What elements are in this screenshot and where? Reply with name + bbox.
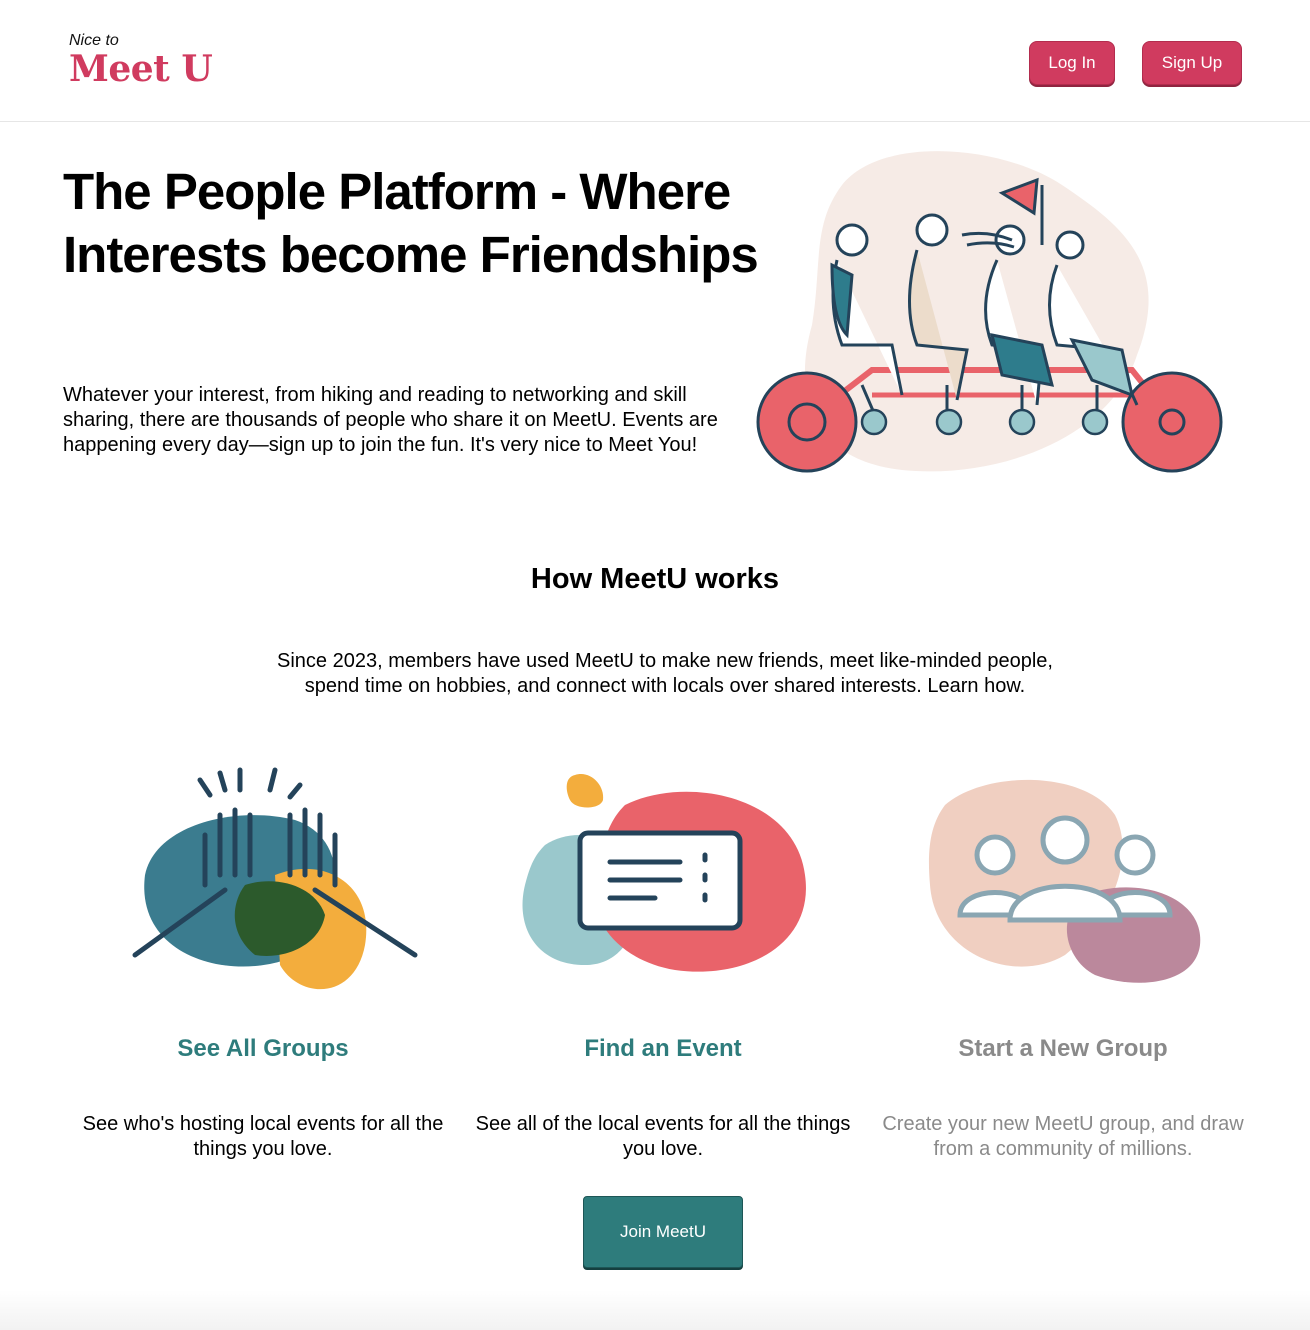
- login-button[interactable]: Log In: [1029, 41, 1115, 85]
- start-new-group-link: Start a New Group: [958, 1035, 1168, 1062]
- logo-wordmark: Meet U: [69, 48, 213, 90]
- see-all-groups-link[interactable]: See All Groups: [63, 1035, 463, 1063]
- hero-description: Whatever your interest, from hiking and …: [63, 384, 718, 456]
- signup-button[interactable]: Sign Up: [1142, 41, 1242, 85]
- start-new-group-text: Create your new MeetU group, and draw fr…: [882, 1113, 1244, 1160]
- section-title: How MeetU works: [530, 563, 780, 595]
- site-header: Nice to Meet U Log In Sign Up: [0, 0, 1310, 122]
- hero-title: The People Platform - Where Interests be…: [63, 163, 759, 283]
- tandem-bike-illustration: [756, 151, 1223, 473]
- find-an-event-text: See all of the local events for all the …: [475, 1113, 851, 1160]
- find-an-event-link[interactable]: Find an Event: [463, 1035, 863, 1063]
- people-group-illustration: [928, 779, 1201, 983]
- high-five-illustration[interactable]: [125, 765, 425, 1005]
- footer-divider: [0, 1290, 1310, 1330]
- ticket-illustration[interactable]: [515, 765, 815, 1005]
- logo[interactable]: Nice to Meet U: [69, 32, 213, 90]
- section-description: Since 2023, members have used MeetU to m…: [277, 650, 1053, 697]
- see-all-groups-text: See who's hosting local events for all t…: [82, 1113, 444, 1160]
- join-meetu-button[interactable]: Join MeetU: [583, 1196, 743, 1268]
